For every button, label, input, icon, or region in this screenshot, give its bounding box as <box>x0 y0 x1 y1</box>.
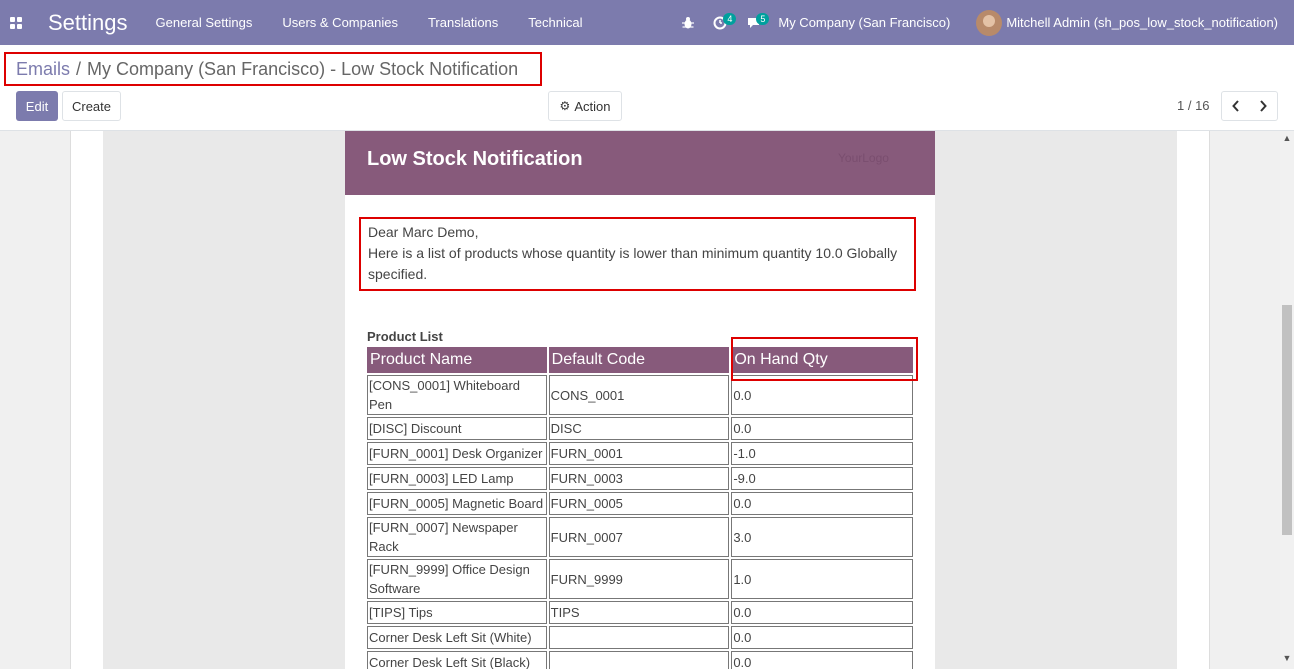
email-greeting: Dear Marc Demo, <box>368 224 479 240</box>
company-logo: YourLogo <box>838 151 889 165</box>
scrollbar-thumb[interactable] <box>1282 305 1292 535</box>
email-title: Low Stock Notification <box>367 148 583 170</box>
table-row: [FURN_0003] LED Lamp FURN_0003 -9.0 <box>367 467 913 490</box>
table-row: Corner Desk Left Sit (Black) 0.0 <box>367 651 913 669</box>
on-hand-qty-cell: 0.0 <box>731 492 913 515</box>
email-header: Low Stock Notification YourLogo <box>345 131 935 195</box>
email-message: Here is a list of products whose quantit… <box>368 245 898 282</box>
product-name-cell: [TIPS] Tips <box>367 601 547 624</box>
column-header-default-code: Default Code <box>548 347 730 373</box>
email-greeting-box: Dear Marc Demo, Here is a list of produc… <box>359 217 916 291</box>
apps-menu-icon[interactable] <box>0 0 32 45</box>
on-hand-qty-cell: 0.0 <box>731 601 913 624</box>
menu-translations[interactable]: Translations <box>428 15 498 30</box>
default-code-cell: FURN_0003 <box>548 467 730 490</box>
on-hand-qty-cell: -9.0 <box>731 467 913 490</box>
default-code-cell <box>548 626 730 649</box>
table-row: [DISC] Discount DISC 0.0 <box>367 417 913 440</box>
column-header-on-hand-qty: On Hand Qty <box>731 347 913 373</box>
default-code-cell: TIPS <box>548 601 730 624</box>
gear-icon: ⚙ <box>559 99 571 113</box>
menu-technical[interactable]: Technical <box>528 15 582 30</box>
message-count-badge: 5 <box>756 13 770 25</box>
on-hand-qty-cell: 0.0 <box>731 651 913 669</box>
product-name-cell: [FURN_0005] Magnetic Board <box>367 492 547 515</box>
table-row: [FURN_9999] Office Design Software FURN_… <box>367 559 913 599</box>
product-name-cell: [FURN_9999] Office Design Software <box>367 559 547 599</box>
on-hand-qty-cell: 3.0 <box>731 517 913 557</box>
default-code-cell: CONS_0001 <box>548 375 730 415</box>
on-hand-qty-cell: 1.0 <box>731 559 913 599</box>
product-name-cell: [CONS_0001] Whiteboard Pen <box>367 375 547 415</box>
pager-previous-button[interactable] <box>1221 91 1250 121</box>
default-code-cell: FURN_0007 <box>548 517 730 557</box>
table-row: [CONS_0001] Whiteboard Pen CONS_0001 0.0 <box>367 375 913 415</box>
table-row: [FURN_0007] Newspaper Rack FURN_0007 3.0 <box>367 517 913 557</box>
product-name-cell: [FURN_0007] Newspaper Rack <box>367 517 547 557</box>
debug-bug-icon[interactable] <box>681 0 695 45</box>
table-header-row: Product Name Default Code On Hand Qty <box>367 347 913 373</box>
product-table: Product Name Default Code On Hand Qty [C… <box>365 345 915 669</box>
app-title[interactable]: Settings <box>48 10 128 36</box>
table-row: [FURN_0005] Magnetic Board FURN_0005 0.0 <box>367 492 913 515</box>
table-row: Corner Desk Left Sit (White) 0.0 <box>367 626 913 649</box>
breadcrumb-separator: / <box>76 58 82 79</box>
chevron-left-icon <box>1231 100 1239 112</box>
control-panel: Emails / My Company (San Francisco) - Lo… <box>0 45 1294 131</box>
messages-chat-icon[interactable]: 5 <box>746 0 770 45</box>
create-button[interactable]: Create <box>62 91 121 121</box>
on-hand-qty-cell: 0.0 <box>731 417 913 440</box>
product-list-title: Product List <box>367 329 443 344</box>
company-switcher[interactable]: My Company (San Francisco) <box>778 15 950 30</box>
breadcrumb-current: My Company (San Francisco) - Low Stock N… <box>87 58 519 79</box>
top-navbar: Settings General Settings Users & Compan… <box>0 0 1294 45</box>
table-row: [TIPS] Tips TIPS 0.0 <box>367 601 913 624</box>
activity-clock-icon[interactable]: 4 <box>713 0 737 45</box>
scroll-down-arrow-icon[interactable]: ▼ <box>1280 653 1294 667</box>
default-code-cell: FURN_9999 <box>548 559 730 599</box>
on-hand-qty-cell: 0.0 <box>731 375 913 415</box>
menu-general-settings[interactable]: General Settings <box>156 15 253 30</box>
breadcrumb: Emails / My Company (San Francisco) - Lo… <box>4 52 542 86</box>
on-hand-qty-cell: 0.0 <box>731 626 913 649</box>
user-avatar[interactable] <box>976 9 1003 36</box>
breadcrumb-emails-link[interactable]: Emails <box>16 59 70 80</box>
table-row: [FURN_0001] Desk Organizer FURN_0001 -1.… <box>367 442 913 465</box>
menu-users-companies[interactable]: Users & Companies <box>282 15 398 30</box>
activity-count-badge: 4 <box>723 13 737 25</box>
action-label: Action <box>574 98 611 114</box>
default-code-cell: FURN_0001 <box>548 442 730 465</box>
product-name-cell: [FURN_0003] LED Lamp <box>367 467 547 490</box>
column-header-product-name: Product Name <box>367 347 547 373</box>
scroll-up-arrow-icon[interactable]: ▲ <box>1280 133 1294 147</box>
product-name-cell: Corner Desk Left Sit (Black) <box>367 651 547 669</box>
default-code-cell: FURN_0005 <box>548 492 730 515</box>
product-name-cell: [FURN_0001] Desk Organizer <box>367 442 547 465</box>
pager-next-button[interactable] <box>1249 91 1278 121</box>
vertical-scrollbar[interactable]: ▲ ▼ <box>1280 131 1294 669</box>
on-hand-qty-cell: -1.0 <box>731 442 913 465</box>
default-code-cell: DISC <box>548 417 730 440</box>
edit-button[interactable]: Edit <box>16 91 58 121</box>
action-button[interactable]: ⚙ Action <box>548 91 622 121</box>
pager-value[interactable]: 1 / 16 <box>1177 98 1210 113</box>
default-code-cell <box>548 651 730 669</box>
user-menu[interactable]: Mitchell Admin (sh_pos_low_stock_notific… <box>1006 15 1278 30</box>
product-name-cell: Corner Desk Left Sit (White) <box>367 626 547 649</box>
chevron-right-icon <box>1260 100 1267 112</box>
email-card: Low Stock Notification YourLogo Dear Mar… <box>345 131 935 669</box>
product-name-cell: [DISC] Discount <box>367 417 547 440</box>
